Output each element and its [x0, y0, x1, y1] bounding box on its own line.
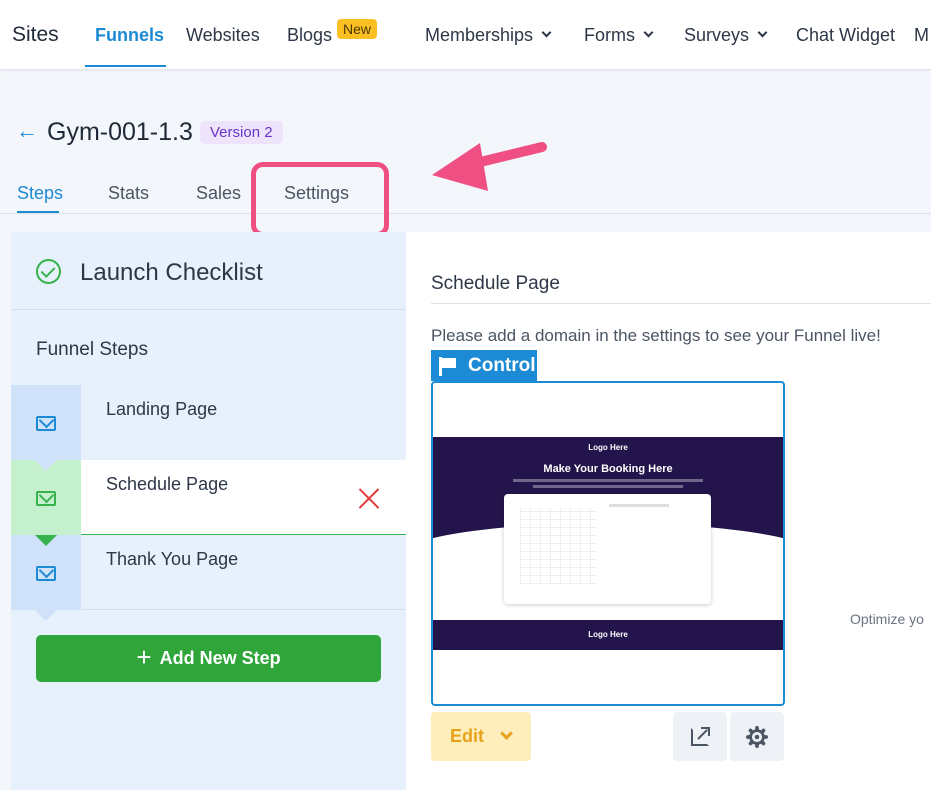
mail-icon: [36, 491, 56, 506]
chevron-down-icon: [757, 27, 768, 38]
step-thank-you-page[interactable]: Thank You Page: [11, 535, 406, 621]
tab-stats[interactable]: Stats: [108, 183, 149, 204]
step-label: Landing Page: [106, 399, 218, 419]
chevron-down-icon: [643, 27, 654, 38]
preview-booking-card: [504, 494, 711, 604]
nav-chat-widget[interactable]: Chat Widget: [796, 0, 895, 70]
preview-subtext: [513, 479, 703, 482]
step-label: Schedule Page: [106, 474, 229, 494]
external-link-icon: [691, 726, 710, 746]
tab-sales[interactable]: Sales: [196, 183, 241, 204]
step-icon-column: [11, 385, 81, 471]
step-icon-column: [11, 460, 81, 546]
check-circle-icon: [36, 259, 61, 284]
back-arrow-icon[interactable]: ←: [16, 118, 38, 144]
step-title: Schedule Page: [431, 273, 560, 294]
step-detail-panel: Schedule Page Please add a domain in the…: [406, 232, 931, 790]
step-landing-page[interactable]: Landing Page: [11, 385, 406, 471]
new-badge: New: [337, 19, 378, 39]
step-connector: [35, 610, 57, 621]
control-tag: Control: [431, 350, 537, 381]
add-new-step-button[interactable]: + Add New Step: [36, 635, 381, 682]
divider: [431, 303, 931, 304]
open-external-button[interactable]: [673, 712, 727, 761]
control-label: Control: [468, 354, 536, 376]
preview-text-line: [609, 504, 669, 507]
step-label: Thank You Page: [106, 549, 239, 569]
plus-icon: +: [136, 641, 152, 672]
funnel-title: Gym-001-1.3: [47, 118, 193, 146]
preview-calendar: [520, 508, 596, 584]
preview-logo: Logo Here: [588, 443, 628, 452]
delete-step-icon[interactable]: [357, 486, 381, 510]
preview-footer-logo: Logo Here: [588, 630, 628, 639]
top-nav: Sites Funnels Websites Blogs New Members…: [0, 0, 931, 70]
mail-icon: [36, 416, 56, 431]
settings-button[interactable]: [730, 712, 784, 761]
nav-more[interactable]: M: [914, 0, 929, 70]
optimize-text: Optimize yo: [850, 611, 924, 627]
tab-active-indicator: [17, 211, 59, 213]
nav-forms-label: Forms: [584, 24, 635, 45]
launch-checklist-title: Launch Checklist: [80, 259, 263, 286]
settings-highlight-box: [251, 162, 389, 237]
page-preview-thumbnail[interactable]: Logo Here Make Your Booking Here Logo He…: [431, 381, 785, 706]
step-connector: [35, 460, 57, 471]
nav-blogs[interactable]: Blogs: [287, 0, 332, 70]
tab-steps[interactable]: Steps: [17, 183, 63, 204]
nav-memberships-label: Memberships: [425, 24, 534, 45]
funnel-steps-heading: Funnel Steps: [36, 339, 148, 360]
edit-label: Edit: [450, 726, 484, 746]
nav-surveys-label: Surveys: [684, 24, 750, 45]
funnel-steps-panel: Launch Checklist Funnel Steps Landing Pa…: [11, 232, 406, 790]
annotation-arrow-icon: [432, 142, 547, 191]
gear-icon: [746, 725, 768, 748]
mail-icon: [36, 566, 56, 581]
preview-headline: Make Your Booking Here: [543, 463, 673, 475]
preview-subtext: [533, 485, 683, 488]
sites-title: Sites: [12, 23, 59, 46]
nav-funnels[interactable]: Funnels: [95, 0, 164, 70]
flag-icon: [439, 356, 457, 376]
domain-notice: Please add a domain in the settings to s…: [431, 326, 881, 345]
version-badge: Version 2: [200, 121, 283, 144]
chevron-down-icon: [500, 727, 513, 740]
nav-memberships[interactable]: Memberships: [425, 0, 552, 70]
step-connector: [35, 535, 57, 546]
nav-active-indicator: [85, 65, 166, 67]
step-schedule-page[interactable]: Schedule Page: [11, 460, 406, 546]
launch-checklist[interactable]: Launch Checklist: [11, 232, 406, 310]
step-icon-column: [11, 535, 81, 621]
nav-websites[interactable]: Websites: [186, 0, 260, 70]
edit-button[interactable]: Edit: [431, 712, 531, 761]
add-new-step-label: Add New Step: [159, 648, 281, 668]
nav-forms[interactable]: Forms: [584, 0, 654, 70]
nav-surveys[interactable]: Surveys: [684, 0, 768, 70]
chevron-down-icon: [541, 27, 552, 38]
